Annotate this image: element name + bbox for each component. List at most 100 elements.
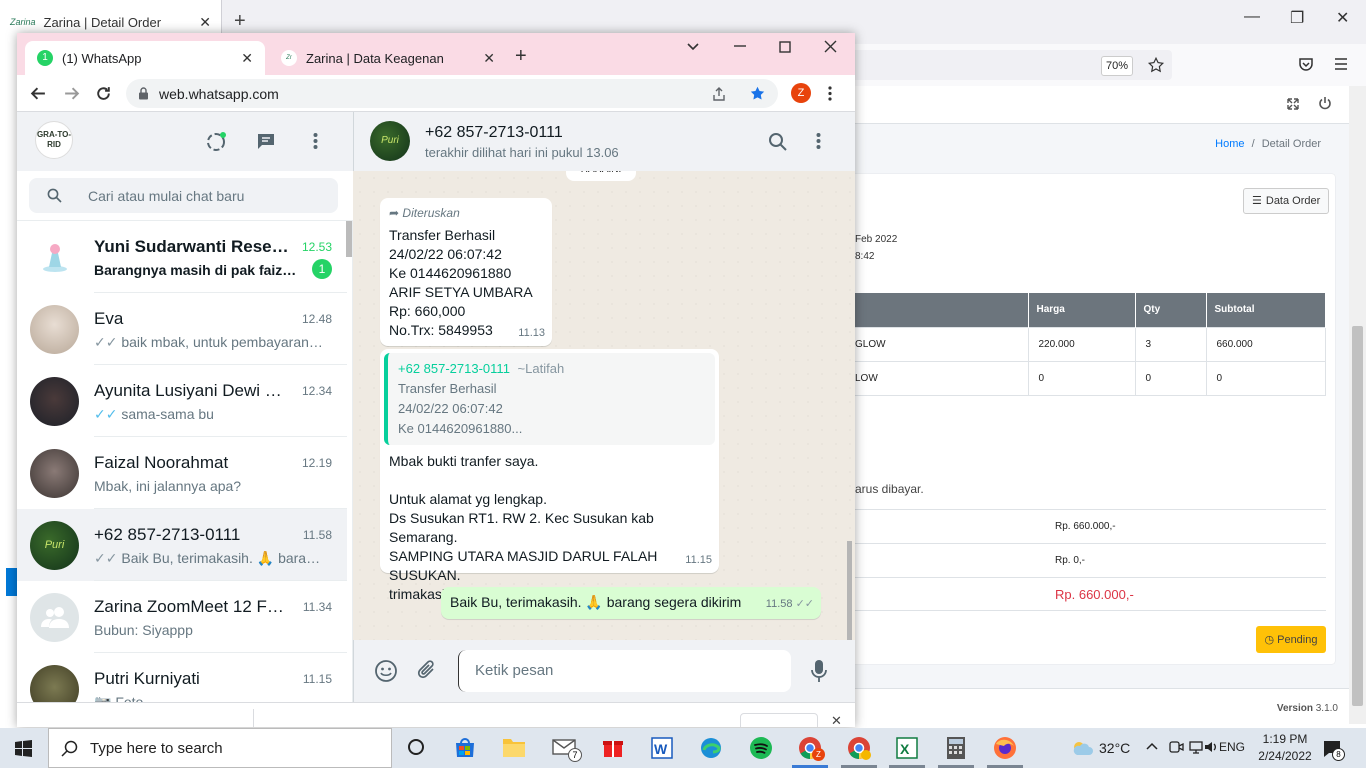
chat-item-faizal[interactable]: Faizal Noorahmat 12.19 Mbak, ini jalanny… (17, 437, 347, 509)
close-window-icon[interactable] (824, 40, 837, 53)
menu-icon[interactable] (816, 132, 821, 150)
input-language[interactable]: ENG (1219, 740, 1245, 754)
chrome-profile-2-icon[interactable] (847, 736, 873, 760)
minimize-icon[interactable] (733, 38, 747, 52)
chat-item-yuni[interactable]: Yuni Sudarwanti Resell... 12.53 Barangny… (17, 221, 347, 293)
status-badge: ◷ Pending (1256, 626, 1326, 653)
kebab-menu-icon[interactable] (827, 85, 833, 102)
chat-time: 12.48 (301, 312, 332, 326)
summary-row: Rp. 660.000,- (855, 509, 1326, 543)
microphone-icon[interactable] (811, 659, 827, 683)
payment-note: arus dibayar. (855, 482, 924, 496)
microsoft-store-icon[interactable] (453, 736, 479, 760)
new-chat-icon[interactable] (256, 131, 276, 151)
taskbar-search[interactable]: Type here to search (48, 728, 392, 768)
chrome-icon[interactable]: Z (798, 736, 825, 761)
emoji-icon[interactable] (374, 659, 398, 683)
chat-item-zoommeet-group[interactable]: Zarina ZoomMeet 12 Feb... 11.34 Bubun: S… (17, 581, 347, 653)
forward-icon[interactable] (63, 85, 80, 102)
bookmark-star-icon[interactable] (1147, 56, 1165, 74)
page-scrollbar[interactable] (1349, 86, 1366, 724)
show-all-button[interactable] (740, 713, 818, 727)
data-order-button[interactable]: ☰ Data Order (1243, 188, 1330, 214)
zoom-level[interactable]: 70% (1101, 56, 1133, 76)
minimize-icon[interactable]: ― (1244, 8, 1260, 26)
chat-item-putri[interactable]: Putri Kurniyati 11.15 📷 Foto (17, 653, 347, 702)
conversation-header[interactable]: Puri +62 857-2713-0111 terakhir dilihat … (353, 112, 855, 171)
new-tab-button[interactable]: + (515, 45, 527, 68)
message-bubble-reply[interactable]: +62 857-2713-0111 ~Latifah Transfer Berh… (380, 349, 719, 602)
status-icon[interactable] (205, 131, 227, 153)
spotify-icon[interactable] (749, 736, 775, 760)
profile-avatar[interactable]: GRA-TO-RID (35, 121, 73, 159)
word-icon[interactable]: W (650, 736, 676, 760)
system-clock[interactable]: 1:19 PM 2/24/2022 (1252, 731, 1318, 765)
excel-icon[interactable]: X (895, 736, 921, 760)
network-icon[interactable] (1188, 739, 1204, 755)
firefox-icon[interactable] (993, 736, 1019, 760)
back-icon[interactable] (30, 85, 47, 102)
profile-avatar[interactable]: Z (791, 83, 811, 103)
power-icon[interactable] (1318, 96, 1332, 110)
sidebar-scrollbar[interactable] (346, 221, 352, 257)
edge-icon[interactable] (699, 736, 725, 760)
lock-icon[interactable] (138, 87, 149, 100)
chrome-tab-bar: 1 (1) WhatsApp ✕ Zr Zarina | Data Keagen… (17, 33, 855, 75)
expand-icon[interactable] (1286, 97, 1300, 111)
bookmark-star-icon[interactable] (749, 85, 766, 102)
url-text: web.whatsapp.com (159, 85, 279, 102)
calculator-icon[interactable] (945, 736, 971, 760)
close-shelf-icon[interactable]: ✕ (831, 713, 842, 727)
message-time: 11.15 (685, 554, 712, 566)
scrollbar-thumb[interactable] (1352, 326, 1363, 706)
weather-widget[interactable]: 32°C (1071, 728, 1130, 768)
notification-center-icon[interactable]: 8 (1322, 738, 1345, 761)
tab-whatsapp[interactable]: 1 (1) WhatsApp ✕ (25, 41, 265, 75)
chat-item-eva[interactable]: Eva 12.48 ✓✓ baik mbak, untuk pembayaran… (17, 293, 347, 365)
quoted-message[interactable]: +62 857-2713-0111 ~Latifah Transfer Berh… (384, 353, 715, 445)
pocket-icon[interactable] (1298, 56, 1314, 72)
col-harga: Harga (1028, 293, 1136, 327)
chat-item-contact-active[interactable]: Puri +62 857-2713-0111 11.58 ✓✓ Baik Bu,… (17, 509, 347, 581)
hamburger-menu-icon[interactable] (1333, 56, 1349, 72)
messages-scrollbar[interactable] (847, 541, 852, 640)
chevron-up-icon[interactable] (1146, 741, 1158, 751)
tab-search-icon[interactable] (685, 38, 701, 54)
volume-icon[interactable] (1203, 739, 1219, 755)
weather-cloud-icon (1071, 739, 1093, 757)
tab-data-keagenan[interactable]: Zr Zarina | Data Keagenan ✕ (273, 41, 503, 75)
message-input[interactable]: Ketik pesan (458, 650, 791, 692)
restore-icon[interactable]: ❐ (1290, 8, 1304, 28)
mail-icon[interactable]: 7 (552, 736, 582, 762)
search-input[interactable]: Cari atau mulai chat baru (29, 178, 338, 213)
close-tab-icon[interactable]: ✕ (483, 50, 495, 67)
chat-item-ayunita[interactable]: Ayunita Lusiyani Dewi R... 12.34 ✓✓ sama… (17, 365, 347, 437)
meet-now-icon[interactable] (1168, 739, 1184, 755)
cell-subtotal: 660.000 (1205, 326, 1326, 362)
menu-icon[interactable] (313, 132, 318, 150)
message-bubble-outgoing[interactable]: Baik Bu, terimakasih. 🙏 barang segera di… (441, 587, 821, 619)
contact-name: +62 857-2713-0111 (425, 124, 563, 141)
new-tab-button[interactable]: + (234, 10, 246, 33)
share-icon[interactable] (711, 86, 727, 102)
reload-icon[interactable] (95, 85, 112, 102)
firefox-url-field[interactable]: 70% (855, 50, 1172, 80)
breadcrumb-home-link[interactable]: Home (1215, 138, 1244, 150)
attach-icon[interactable] (416, 659, 438, 681)
message-line (389, 471, 710, 490)
contact-avatar[interactable]: Puri (370, 121, 410, 161)
address-bar[interactable]: web.whatsapp.com (126, 79, 778, 108)
message-text: Baik Bu, terimakasih. 🙏 barang segera di… (450, 594, 742, 610)
close-tab-icon[interactable]: ✕ (199, 14, 211, 31)
maximize-icon[interactable] (779, 41, 791, 53)
task-view-icon[interactable] (405, 736, 431, 760)
file-explorer-icon[interactable] (502, 736, 528, 760)
close-tab-icon[interactable]: ✕ (241, 50, 253, 67)
gift-app-icon[interactable] (602, 736, 628, 760)
search-icon[interactable] (768, 132, 788, 152)
message-bubble-forwarded[interactable]: ➦ Diteruskan Transfer Berhasil 24/02/22 … (380, 198, 552, 346)
close-window-icon[interactable]: ✕ (1336, 8, 1349, 28)
message-time: 11.58 (765, 598, 793, 610)
shelf-divider (253, 709, 254, 727)
windows-start-icon[interactable] (15, 740, 32, 757)
